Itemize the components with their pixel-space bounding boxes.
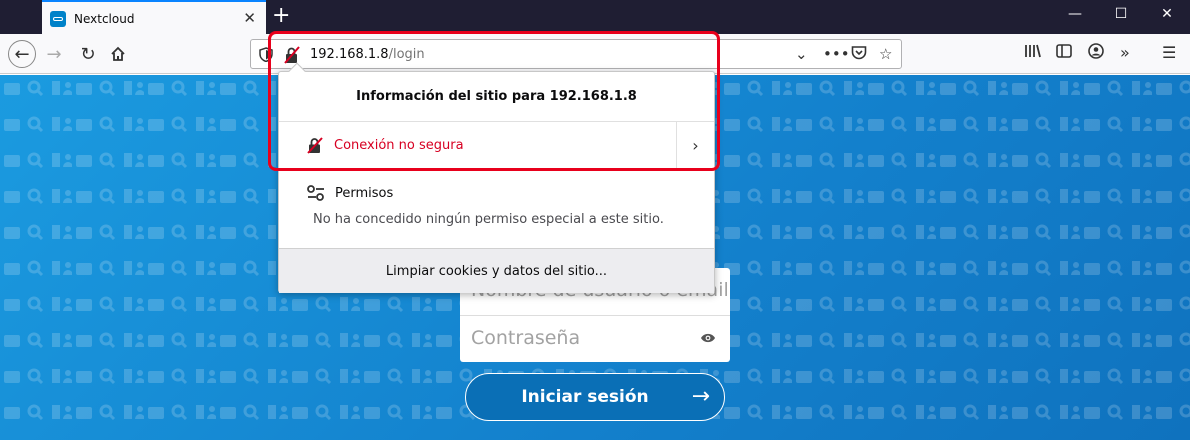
new-tab-icon[interactable]: + xyxy=(272,4,290,28)
chevron-down-icon[interactable]: ⌄ xyxy=(795,45,808,63)
tab-title: Nextcloud xyxy=(74,12,135,26)
annotation-highlight-box xyxy=(268,31,720,171)
maximize-icon[interactable]: ☐ xyxy=(1098,6,1144,22)
home-icon[interactable] xyxy=(104,40,132,68)
permissions-icon xyxy=(307,185,324,201)
overflow-menu-icon[interactable]: » xyxy=(1120,43,1130,62)
password-field[interactable]: Contraseña xyxy=(460,316,730,362)
password-placeholder: Contraseña xyxy=(471,327,581,349)
reload-icon[interactable]: ↻ xyxy=(74,40,102,68)
arrow-right-icon: → xyxy=(691,384,710,409)
tab-nextcloud[interactable]: Nextcloud ✕ xyxy=(42,0,266,36)
hamburger-menu-icon[interactable]: ☰ xyxy=(1162,43,1176,62)
close-tab-icon[interactable]: ✕ xyxy=(243,10,256,26)
clear-cookies-button[interactable]: Limpiar cookies y datos del sitio... xyxy=(279,248,714,293)
library-icon[interactable] xyxy=(1024,43,1042,63)
back-icon[interactable]: ← xyxy=(8,40,36,68)
login-button[interactable]: Iniciar sesión → xyxy=(465,373,725,421)
forward-icon[interactable]: → xyxy=(40,40,68,68)
nextcloud-favicon-icon xyxy=(50,11,66,27)
close-window-icon[interactable]: ✕ xyxy=(1144,6,1190,22)
tab-strip: Nextcloud ✕ + — ☐ ✕ xyxy=(0,0,1190,36)
permissions-description: No ha concedido ningún permiso especial … xyxy=(313,212,664,227)
minimize-icon[interactable]: — xyxy=(1052,6,1098,22)
pocket-icon[interactable] xyxy=(851,45,867,64)
login-button-label: Iniciar sesión xyxy=(521,387,649,407)
sidebar-icon[interactable] xyxy=(1056,43,1072,63)
page-actions-icon[interactable]: ••• xyxy=(823,45,850,63)
show-password-eye-icon[interactable] xyxy=(700,332,716,344)
permissions-title: Permisos xyxy=(335,186,394,201)
bookmark-star-icon[interactable]: ☆ xyxy=(879,45,892,63)
account-icon[interactable] xyxy=(1088,43,1104,63)
